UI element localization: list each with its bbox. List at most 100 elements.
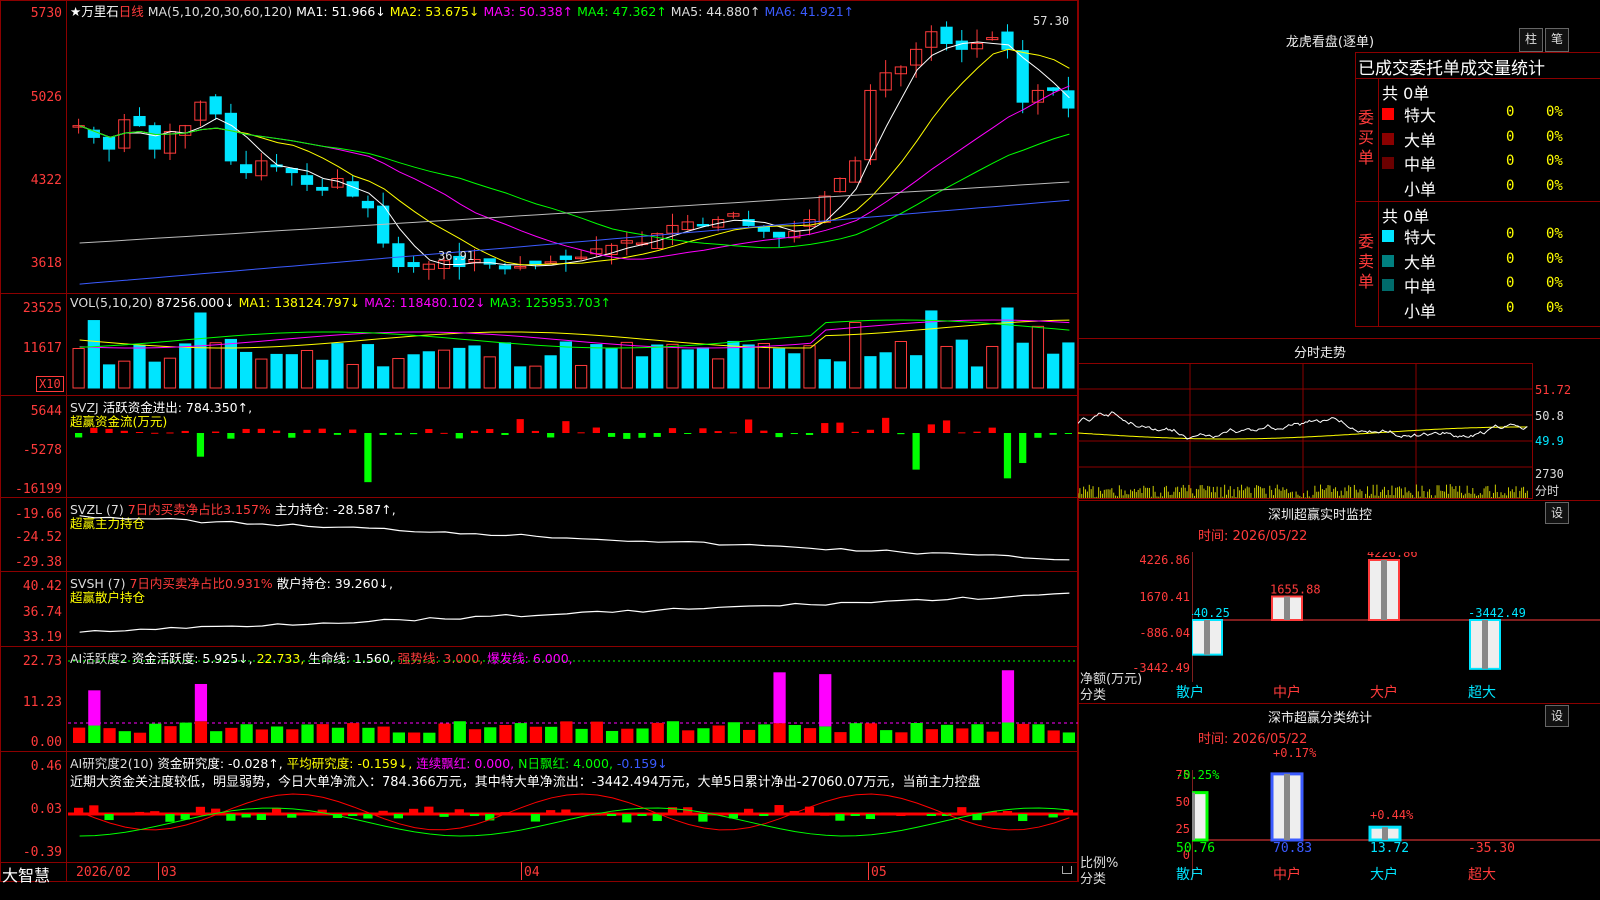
svzj-bar (821, 423, 829, 433)
vol-unit-label: X10 (36, 376, 64, 392)
row-name: 小单 (1404, 179, 1437, 199)
svzj-ytick-1: 5644 (30, 404, 62, 419)
candlestick-chart[interactable] (68, 10, 1078, 290)
row-percent: 0% (1546, 226, 1563, 242)
row-percent: 0% (1546, 153, 1563, 169)
research-bar (637, 814, 647, 816)
monitor-title: 深圳超赢实时监控 (1267, 508, 1372, 523)
vol-bar (940, 345, 953, 389)
class-top-label: -0.25% (1176, 768, 1220, 782)
monitor-category-label: 中户 (1273, 685, 1301, 701)
research-bar (150, 811, 160, 814)
ai-bar (468, 729, 482, 743)
research-bar (606, 814, 617, 816)
svzj-bar (1019, 433, 1027, 464)
main-ytick-1: 5730 (30, 6, 62, 21)
svzj-bar (75, 433, 83, 438)
ai-bar (240, 724, 253, 743)
vol-bar (910, 355, 923, 389)
research-line-red (79, 793, 1070, 831)
svzj-bar (242, 428, 250, 433)
research-bar (744, 808, 754, 814)
ai-bar (895, 732, 908, 743)
svzj-bar (181, 430, 189, 433)
bar-mode-button[interactable]: 柱 (1519, 28, 1543, 52)
candle-body (102, 136, 116, 150)
svzj-bar (288, 433, 296, 438)
row-name: 特大 (1404, 228, 1437, 247)
ai-bar (73, 727, 86, 743)
ai-bar (347, 723, 360, 743)
row-name: 大单 (1404, 130, 1437, 150)
vol-bar (361, 344, 375, 389)
vol-bar (590, 344, 603, 389)
class-category-label: 大户 (1370, 867, 1398, 883)
svzj-bar (90, 427, 98, 433)
ai-bar (651, 722, 664, 743)
class-settings-button[interactable]: 设 (1545, 705, 1569, 727)
svzj-bar (653, 433, 661, 437)
ai-bar (529, 726, 543, 743)
ai-bar (666, 721, 680, 743)
research-bar (134, 811, 145, 814)
holding-line (79, 592, 1070, 633)
research-bar (1033, 812, 1043, 815)
ai-active-ytick-3: 0.00 (30, 735, 62, 750)
row-percent: 0% (1546, 104, 1563, 120)
candle-body (392, 243, 405, 268)
monitor-bar-label: 4226.86 (1367, 552, 1418, 560)
vol-bar (300, 349, 314, 389)
candle-body (559, 255, 573, 260)
svsh-ytick-1: 40.42 (22, 579, 62, 594)
ai-bar (986, 731, 999, 743)
monitor-settings-button[interactable]: 设 (1545, 502, 1569, 524)
svzj-bar (318, 428, 326, 433)
svzj-bar (714, 431, 722, 433)
svzj-ytick-2: -5278 (22, 443, 62, 458)
research-bar (957, 807, 967, 814)
ai-bar (712, 725, 725, 743)
ai-bar-burst (819, 674, 832, 727)
row-name: 大单 (1404, 252, 1437, 272)
candle-body (316, 186, 329, 191)
vol-bar (87, 320, 100, 389)
research-bar (576, 812, 586, 815)
svzj-bar (166, 432, 174, 434)
monitor-ytick-3: -886.04 (1139, 626, 1190, 640)
ai-bar (727, 722, 740, 743)
separator-research-dates (0, 862, 1078, 863)
research-line-green (79, 807, 1070, 837)
monitor-cat-name: 分类 (1080, 688, 1107, 703)
ai-bar (636, 728, 649, 743)
vol-bar (575, 364, 588, 389)
fenshi-chart[interactable] (1078, 363, 1533, 499)
research-bar (926, 814, 936, 816)
ai-bar (179, 722, 192, 743)
vol-bar (392, 358, 405, 389)
vol-ytick-1: 23525 (22, 301, 62, 316)
row-value: 0 (1506, 299, 1515, 316)
svzj-bar (958, 432, 966, 434)
fenshi-top-border (1078, 338, 1600, 339)
vol-bar (514, 366, 527, 389)
row-color-swatch (1382, 254, 1394, 267)
pen-mode-button[interactable]: 笔 (1545, 28, 1569, 52)
ai-bar (194, 721, 208, 743)
low-price-label: 36.91 (438, 249, 475, 263)
vol-bar (986, 345, 999, 389)
volume-chart (72, 307, 1075, 389)
ai-bar (697, 728, 710, 743)
svzj-bar (364, 433, 372, 483)
lock-icon[interactable] (1062, 866, 1072, 874)
brand-logo[interactable]: 大智慧 (2, 862, 50, 886)
monitor-bar-shine (1284, 596, 1290, 620)
svzj-bar (272, 430, 281, 433)
class-bar-shine (1382, 827, 1388, 840)
research-bar (424, 806, 434, 814)
vol-bar (1016, 342, 1029, 389)
vol-bar (544, 355, 557, 389)
svzj-bar (577, 432, 585, 434)
class-bar-shine (1192, 792, 1195, 840)
main-ytick-3: 4322 (30, 173, 62, 188)
ai-bar-burst (194, 683, 208, 722)
